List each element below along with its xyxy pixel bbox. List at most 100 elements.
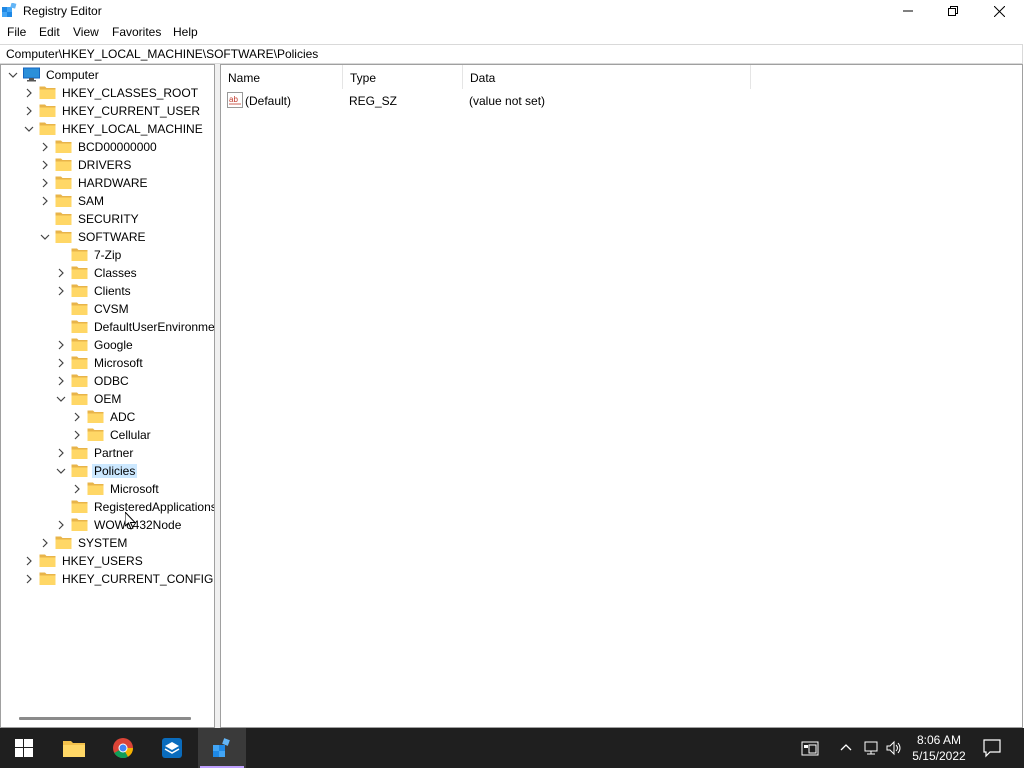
chevron-down-icon[interactable] <box>55 465 67 477</box>
tree-node[interactable]: Microsoft <box>71 480 214 498</box>
tree-node[interactable]: DefaultUserEnvironmen <box>55 318 215 336</box>
tree-node-label: Policies <box>92 464 138 478</box>
column-header-name[interactable]: Name <box>221 65 343 89</box>
chevron-right-icon[interactable] <box>39 537 51 549</box>
windows-logo-icon <box>15 739 33 757</box>
clock-date: 5/15/2022 <box>912 749 966 763</box>
chevron-right-icon[interactable] <box>39 177 51 189</box>
tree-node[interactable]: HKEY_LOCAL_MACHINE <box>23 120 214 138</box>
chevron-right-icon[interactable] <box>55 375 67 387</box>
tree-node[interactable]: SAM <box>39 192 214 210</box>
tree-node[interactable]: Microsoft <box>55 354 214 372</box>
volume-icon[interactable] <box>885 739 903 757</box>
column-header-data[interactable]: Data <box>463 65 751 89</box>
tree-node[interactable]: Policies <box>55 462 214 480</box>
folder-icon <box>71 284 88 297</box>
tree-node[interactable]: SOFTWARE <box>39 228 214 246</box>
chevron-down-icon[interactable] <box>39 231 51 243</box>
value-type: REG_SZ <box>349 94 398 108</box>
tree-node[interactable]: HKEY_USERS <box>23 552 214 570</box>
chevron-down-icon[interactable] <box>55 393 67 405</box>
network-icon[interactable] <box>862 739 880 757</box>
tree-horizontal-scrollbar[interactable] <box>19 717 191 720</box>
chevron-right-icon[interactable] <box>23 105 35 117</box>
tree-node[interactable]: HKEY_CLASSES_ROOT <box>23 84 214 102</box>
tree-node[interactable]: ODBC <box>55 372 214 390</box>
tree-node-label: DefaultUserEnvironmen <box>94 320 215 334</box>
tree-node-label: SECURITY <box>78 212 139 226</box>
tree-node[interactable]: OEM <box>55 390 214 408</box>
taskbar-file-explorer[interactable] <box>50 728 98 768</box>
folder-icon <box>71 374 88 387</box>
folder-icon <box>55 212 72 225</box>
tree-node[interactable]: HKEY_CURRENT_CONFIG <box>23 570 214 588</box>
svg-text:ab: ab <box>229 95 238 104</box>
tree-node[interactable]: SYSTEM <box>39 534 214 552</box>
tree-node-label: HARDWARE <box>78 176 148 190</box>
chevron-right-icon[interactable] <box>39 159 51 171</box>
values-list[interactable]: Name Type Data ab (Default) REG_SZ (valu… <box>220 64 1023 728</box>
column-header-type[interactable]: Type <box>343 65 463 89</box>
chevron-right-icon[interactable] <box>71 429 83 441</box>
menu-edit[interactable]: Edit <box>39 25 60 39</box>
value-row[interactable]: ab (Default) REG_SZ (value not set) <box>221 89 1001 111</box>
calendar-app-icon[interactable] <box>801 739 819 757</box>
chevron-right-icon[interactable] <box>55 285 67 297</box>
tree-node[interactable]: HKEY_CURRENT_USER <box>23 102 214 120</box>
tree-node[interactable]: Clients <box>55 282 214 300</box>
menu-file[interactable]: File <box>7 25 26 39</box>
key-tree[interactable]: Computer HKEY_CLASSES_ROOT HKEY_CURRENT_US… <box>0 64 215 728</box>
folder-icon <box>71 302 88 315</box>
tree-node[interactable]: CVSM <box>55 300 214 318</box>
address-bar[interactable]: Computer\HKEY_LOCAL_MACHINE\SOFTWARE\Pol… <box>0 44 1023 64</box>
tree-node[interactable]: SECURITY <box>39 210 214 228</box>
folder-icon <box>39 104 56 117</box>
tree-node[interactable]: BCD00000000 <box>39 138 214 156</box>
minimize-button[interactable] <box>885 0 931 22</box>
taskbar-sandbox-app[interactable] <box>148 728 196 768</box>
chevron-right-icon[interactable] <box>23 87 35 99</box>
chevron-up-icon[interactable] <box>837 739 855 757</box>
tree-node[interactable]: DRIVERS <box>39 156 214 174</box>
menu-favorites[interactable]: Favorites <box>112 25 161 39</box>
tree-node[interactable]: 7-Zip <box>55 246 214 264</box>
taskbar-registry-editor[interactable] <box>198 728 246 768</box>
tree-node[interactable]: Partner <box>55 444 214 462</box>
folder-icon <box>55 158 72 171</box>
chevron-right-icon[interactable] <box>23 573 35 585</box>
chevron-right-icon[interactable] <box>39 141 51 153</box>
menu-view[interactable]: View <box>73 25 99 39</box>
tree-node-label: HKEY_CURRENT_USER <box>62 104 201 118</box>
tree-node-label: ODBC <box>94 374 129 388</box>
chevron-right-icon[interactable] <box>55 339 67 351</box>
taskbar-chrome[interactable] <box>99 728 147 768</box>
address-path[interactable]: Computer\HKEY_LOCAL_MACHINE\SOFTWARE\Pol… <box>6 47 318 61</box>
chevron-right-icon[interactable] <box>55 357 67 369</box>
tree-node-label: RegisteredApplications <box>94 500 215 514</box>
close-button[interactable] <box>976 0 1022 22</box>
tree-node[interactable]: HARDWARE <box>39 174 214 192</box>
chevron-right-icon[interactable] <box>71 483 83 495</box>
tree-node-label: DRIVERS <box>78 158 132 172</box>
computer-icon <box>23 67 40 82</box>
tree-node[interactable]: Classes <box>55 264 214 282</box>
tree-node[interactable]: Computer <box>7 66 214 84</box>
menu-help[interactable]: Help <box>173 25 198 39</box>
chevron-right-icon[interactable] <box>55 447 67 459</box>
chevron-down-icon[interactable] <box>23 123 35 135</box>
chevron-right-icon[interactable] <box>55 519 67 531</box>
taskbar-clock[interactable]: 8:06 AM 5/15/2022 <box>905 732 973 764</box>
chevron-right-icon[interactable] <box>55 267 67 279</box>
notifications-icon[interactable] <box>982 738 1002 758</box>
chevron-right-icon[interactable] <box>39 195 51 207</box>
start-button[interactable] <box>0 728 48 768</box>
tree-node[interactable]: Google <box>55 336 214 354</box>
tree-node-label: WOW6432Node <box>94 518 182 532</box>
folder-icon <box>39 572 56 585</box>
chevron-down-icon[interactable] <box>7 69 19 81</box>
tree-node[interactable]: ADC <box>71 408 214 426</box>
tree-node[interactable]: Cellular <box>71 426 214 444</box>
chevron-right-icon[interactable] <box>23 555 35 567</box>
restore-button[interactable] <box>930 0 976 22</box>
chevron-right-icon[interactable] <box>71 411 83 423</box>
